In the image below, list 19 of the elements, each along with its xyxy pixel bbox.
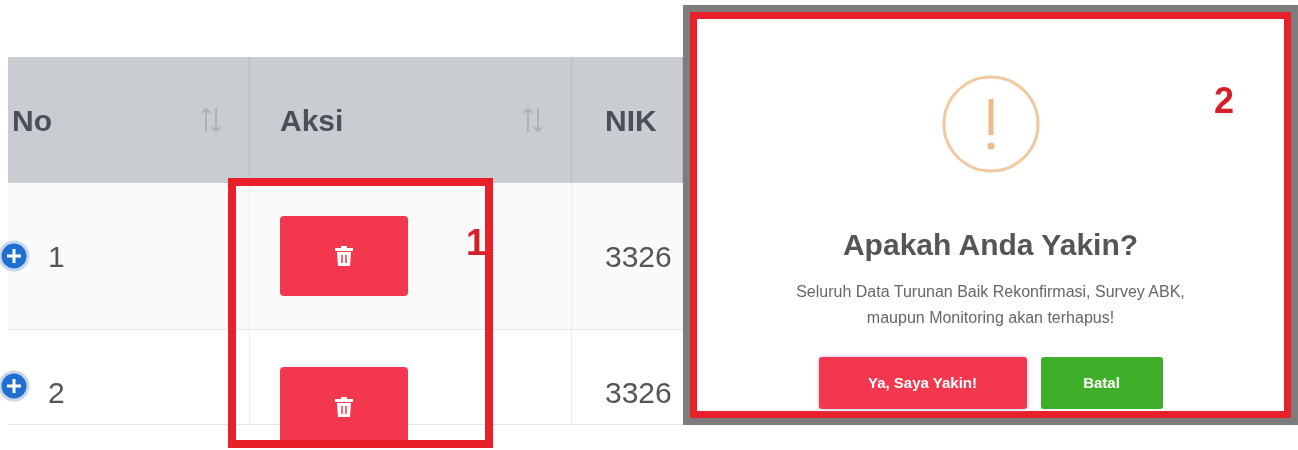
- column-header[interactable]: Aksi: [280, 97, 344, 143]
- dialog-title: Apakah Anda Yakin?: [842, 227, 1139, 263]
- trash-icon: [334, 396, 354, 418]
- expand-icon[interactable]: [0, 240, 30, 272]
- cancel-button[interactable]: Batal: [1040, 357, 1163, 409]
- column-header[interactable]: NIK: [605, 97, 657, 143]
- table-cell-text: 3326: [605, 238, 672, 275]
- warning-icon: [940, 74, 1041, 174]
- column-header[interactable]: No: [12, 97, 52, 143]
- table-cell-text: 3326: [605, 375, 672, 411]
- dialog-message: Seluruh Data Turunan Baik Rekonfirmasi, Survey ABK, maupun Monitoring akan terhapus!: [795, 282, 1186, 328]
- expand-icon[interactable]: [0, 370, 30, 402]
- row-number: 1: [48, 238, 65, 275]
- confirm-button[interactable]: Ya, Saya Yakin!: [818, 357, 1027, 409]
- row-number: 2: [48, 375, 65, 411]
- delete-button[interactable]: [280, 216, 408, 296]
- trash-icon: [334, 245, 354, 267]
- annotation-number: 1: [466, 221, 487, 265]
- annotation-number: 2: [1213, 79, 1234, 123]
